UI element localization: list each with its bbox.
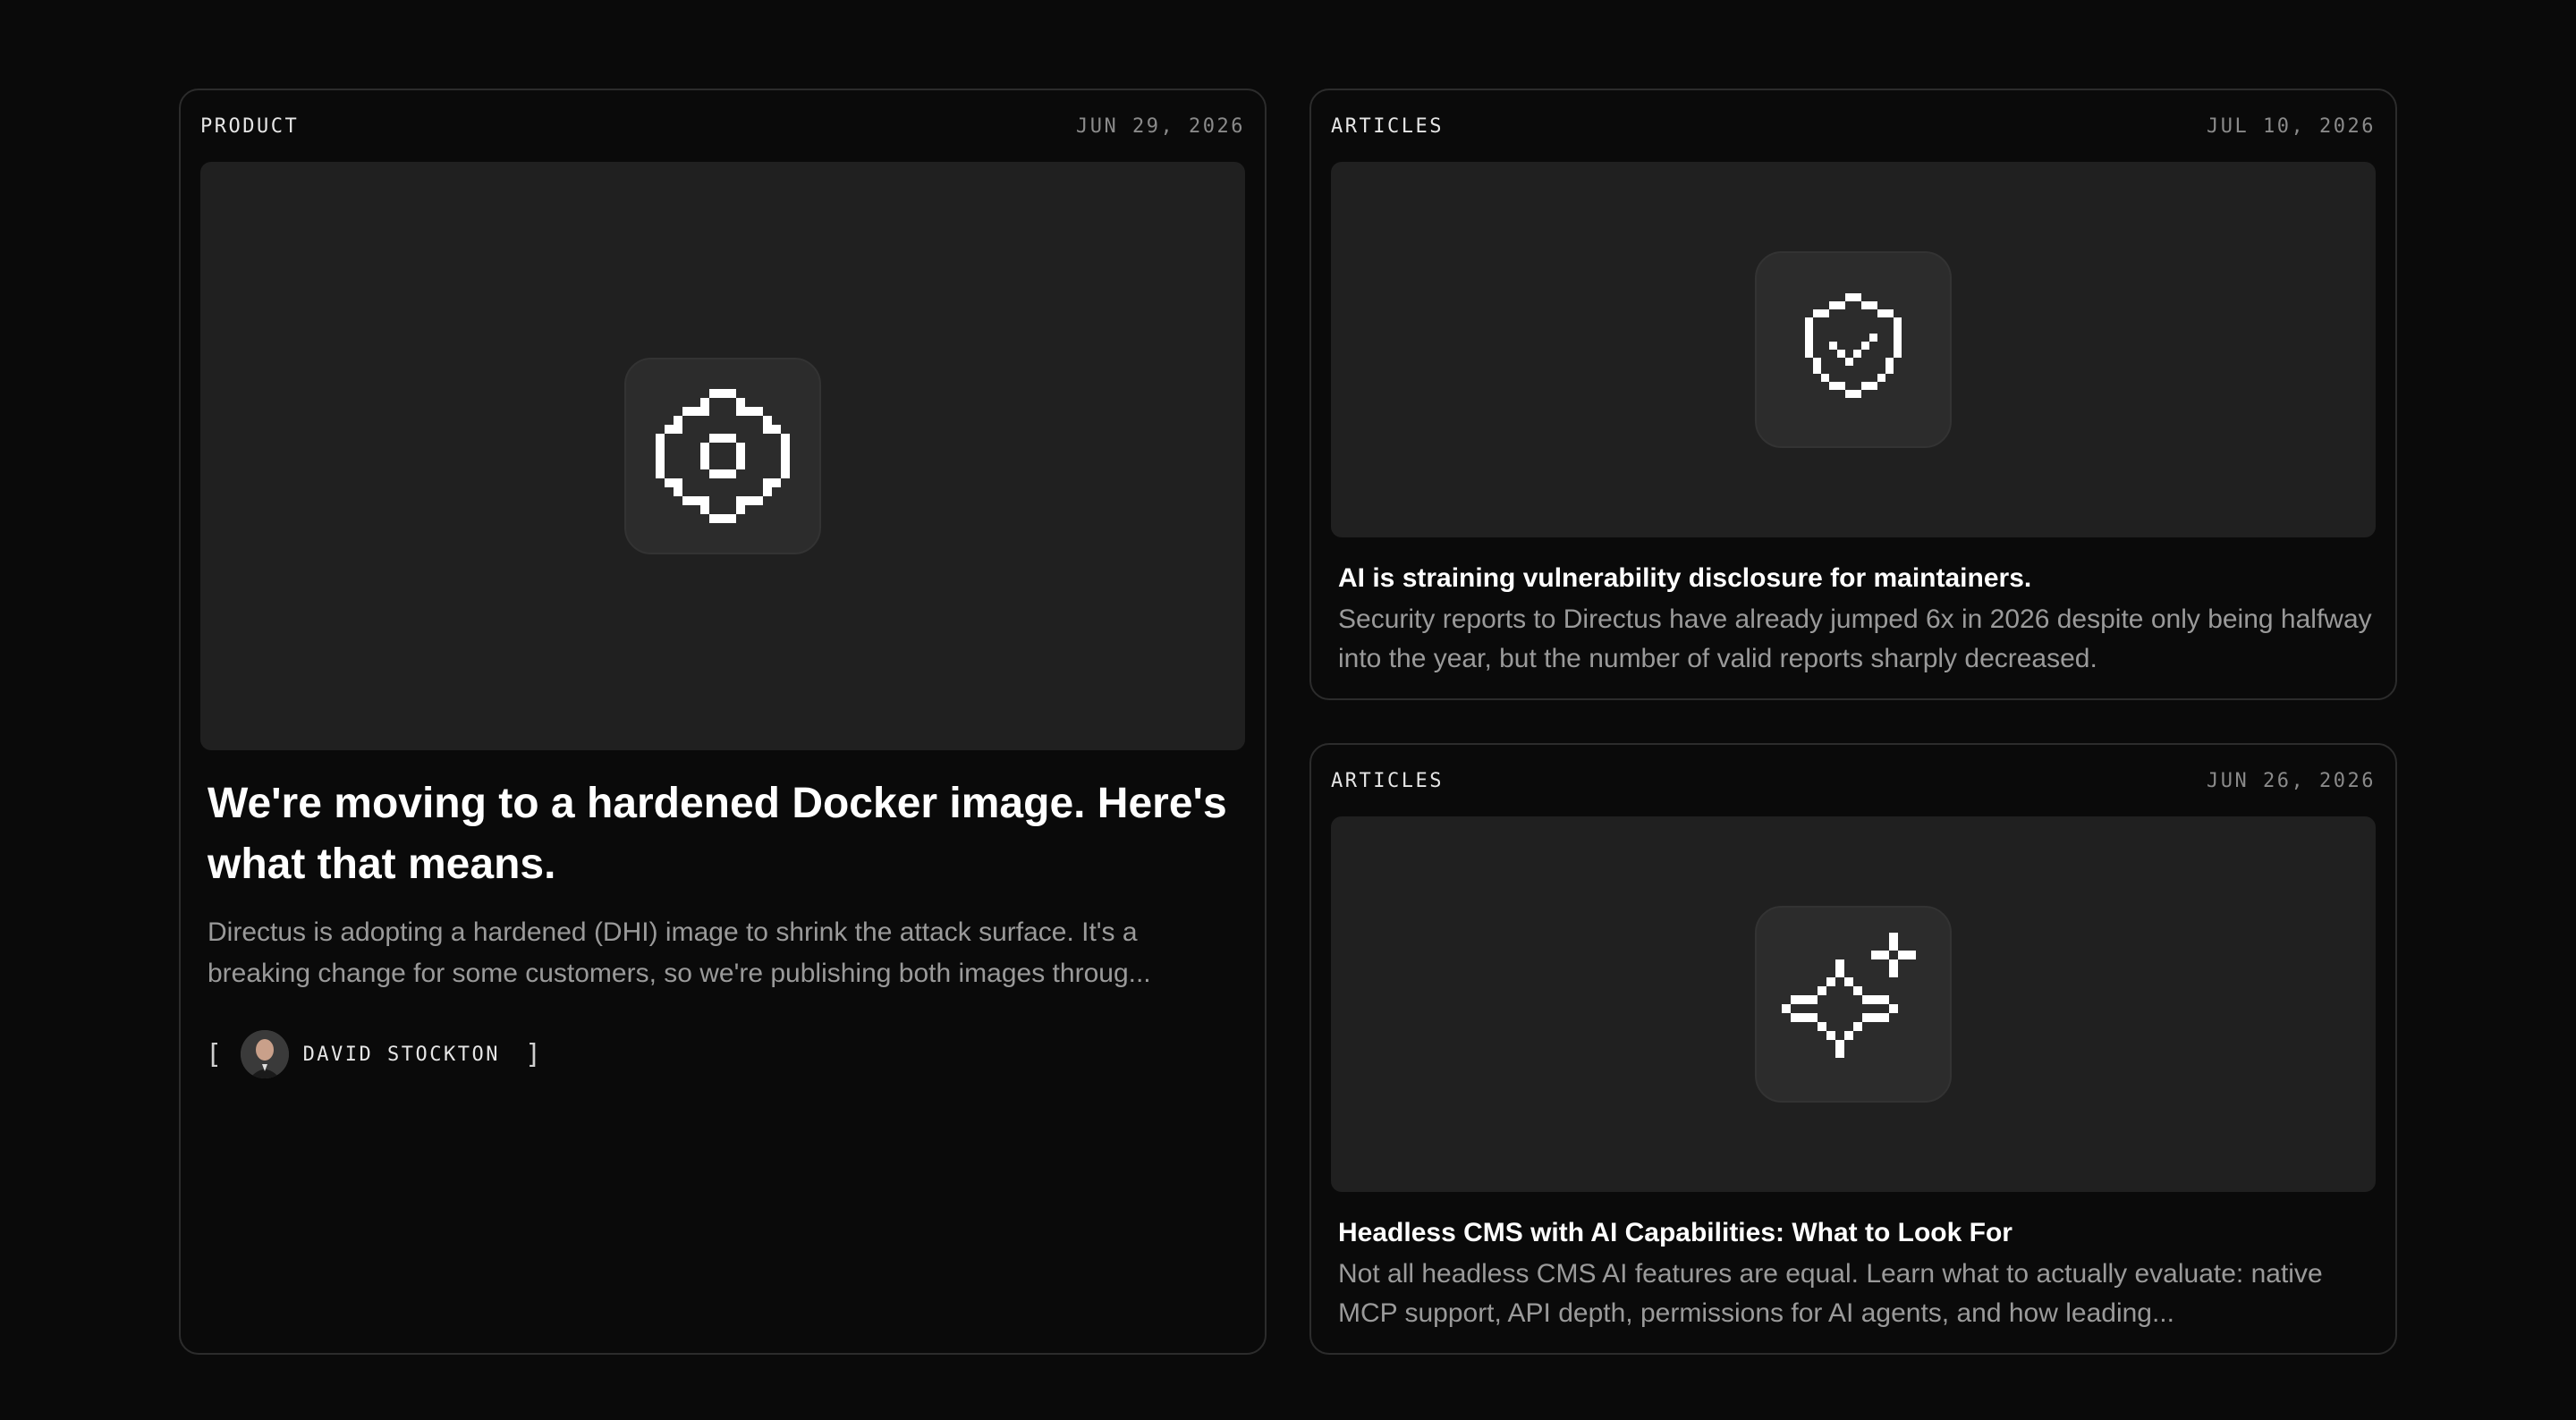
post-category: ARTICLES xyxy=(1331,770,1444,792)
post-title[interactable]: Headless CMS with AI Capabilities: What … xyxy=(1338,1215,2376,1251)
post-thumbnail xyxy=(200,162,1245,750)
post-excerpt: Not all headless CMS AI features are equ… xyxy=(1338,1259,2323,1328)
post-meta: ARTICLES JUN 26, 2026 xyxy=(1331,770,2376,792)
post-title[interactable]: AI is straining vulnerability disclosure… xyxy=(1338,561,2376,596)
post-card[interactable]: ARTICLES JUN 26, 2026 Headless CMS with … xyxy=(1309,743,2397,1355)
post-meta: ARTICLES JUL 10, 2026 xyxy=(1331,115,2376,138)
gear-icon xyxy=(656,389,790,523)
post-card[interactable]: ARTICLES JUL 10, 2026 AI is straining vu… xyxy=(1309,89,2397,700)
post-author[interactable]: [ DAVID STOCKTON ] xyxy=(206,1028,544,1080)
post-date: JUN 26, 2026 xyxy=(2207,770,2376,792)
icon-tile xyxy=(1755,251,1952,448)
post-category: PRODUCT xyxy=(200,115,300,138)
post-excerpt: Directus is adopting a hardened (DHI) im… xyxy=(208,917,1151,988)
post-meta: PRODUCT JUN 29, 2026 xyxy=(200,115,1245,138)
post-date: JUL 10, 2026 xyxy=(2207,115,2376,138)
bracket-close: ] xyxy=(525,1038,544,1070)
post-excerpt: Security reports to Directus have alread… xyxy=(1338,604,2372,673)
icon-tile xyxy=(624,358,821,554)
avatar xyxy=(240,1030,289,1078)
avatar-image xyxy=(240,1030,289,1078)
post-title[interactable]: We're moving to a hardened Docker image.… xyxy=(208,773,1236,895)
post-category: ARTICLES xyxy=(1331,115,1444,138)
icon-tile xyxy=(1755,906,1952,1103)
bracket-open: [ xyxy=(206,1038,225,1070)
author-name: DAVID STOCKTON xyxy=(302,1043,500,1066)
post-thumbnail xyxy=(1331,816,2376,1192)
feature-post-card[interactable]: PRODUCT JUN 29, 2026 We're moving to a h… xyxy=(179,89,1267,1355)
sparkle-icon xyxy=(1782,933,1916,1058)
shield-check-icon xyxy=(1805,293,1902,398)
post-date: JUN 29, 2026 xyxy=(1076,115,1245,138)
post-thumbnail xyxy=(1331,162,2376,537)
